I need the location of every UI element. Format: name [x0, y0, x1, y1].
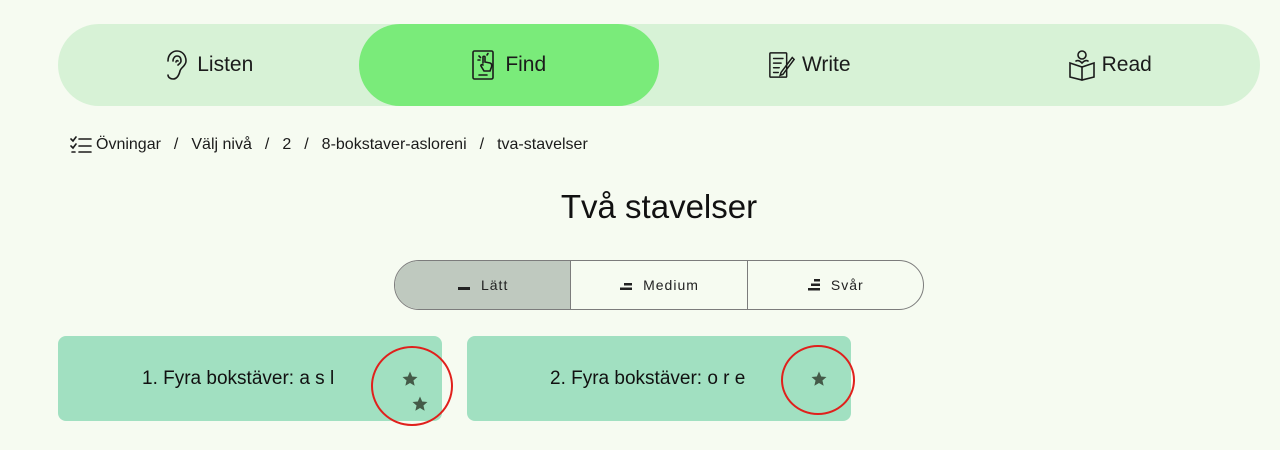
highlight-ring	[371, 346, 453, 426]
level-label: Lätt	[480, 277, 509, 293]
breadcrumb-ovningar[interactable]: Övningar	[96, 136, 161, 154]
level-medium-icon	[619, 279, 633, 291]
level-label: Medium	[643, 277, 699, 293]
page-title: Två stavelser	[560, 188, 758, 225]
level-medium[interactable]: Medium	[571, 261, 748, 309]
tab-read[interactable]: Read	[960, 24, 1261, 106]
breadcrumb-separator: /	[304, 136, 309, 153]
tab-label: Read	[1101, 53, 1152, 76]
exercise-label: 2. Fyra bokstäver: o r e	[550, 367, 746, 389]
exercise-label: 1. Fyra bokstäver: a s l	[142, 367, 335, 389]
level-easy[interactable]: Lätt	[395, 261, 572, 309]
activity-tab-bar: Listen Find Write Read	[58, 24, 1260, 106]
tab-label: Listen	[197, 53, 254, 76]
tab-label: Find	[505, 53, 547, 76]
ear-icon	[163, 49, 191, 81]
breadcrumb-level[interactable]: 2	[282, 136, 291, 154]
breadcrumb-valj-niva[interactable]: Välj nivå	[191, 136, 251, 154]
difficulty-selector: Lätt Medium Svår	[394, 260, 924, 310]
level-hard-icon	[807, 278, 821, 292]
breadcrumb: Övningar / Välj nivå / 2 / 8-bokstaver-a…	[70, 134, 588, 156]
breadcrumb-current: tva-stavelser	[497, 136, 588, 153]
breadcrumb-separator: /	[479, 136, 485, 153]
checklist-icon	[70, 136, 92, 154]
write-icon	[768, 49, 796, 81]
tab-listen[interactable]: Listen	[58, 24, 359, 106]
breadcrumb-separator: /	[264, 136, 270, 153]
level-hard[interactable]: Svår	[748, 261, 923, 309]
reading-person-icon	[1068, 49, 1096, 81]
tap-tablet-icon	[471, 49, 499, 81]
breadcrumb-exercise-set[interactable]: 8-bokstaver-asloreni	[322, 136, 467, 154]
tab-write[interactable]: Write	[659, 24, 960, 106]
level-easy-icon	[457, 279, 471, 291]
tab-find[interactable]: Find	[358, 24, 659, 106]
highlight-ring	[781, 345, 855, 415]
level-label: Svår	[830, 277, 864, 293]
tab-label: Write	[801, 53, 851, 76]
breadcrumb-separator: /	[173, 136, 179, 153]
